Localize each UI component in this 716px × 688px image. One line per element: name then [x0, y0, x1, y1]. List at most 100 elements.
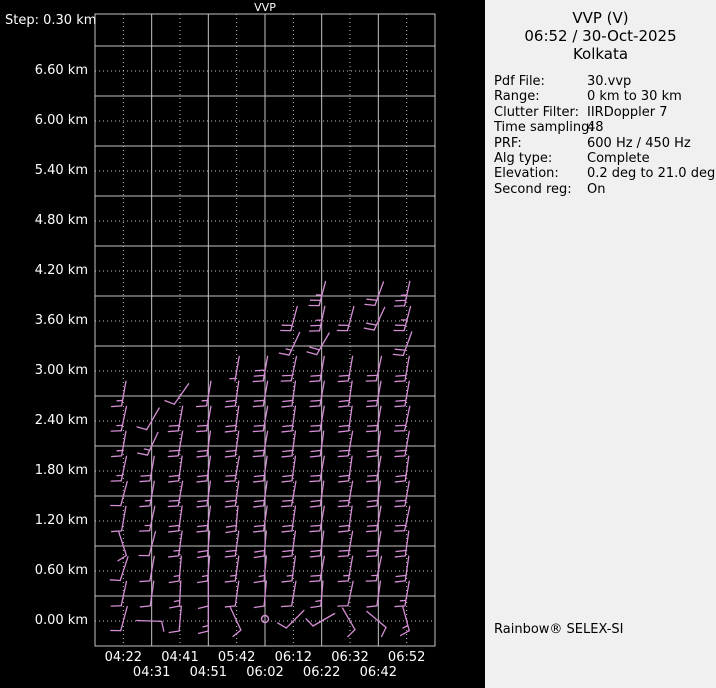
y-tick-label: 0.00 km: [34, 613, 88, 628]
wind-barb: [394, 430, 410, 458]
wind-barb: [196, 555, 211, 584]
wind-barb: [253, 580, 267, 609]
wind-barb: [110, 605, 128, 632]
y-tick-label: 0.60 km: [34, 563, 88, 578]
x-tick-label: 06:02: [246, 665, 284, 680]
product-title: VVP (V): [572, 9, 629, 27]
wind-barb: [308, 305, 326, 332]
wind-barb: [138, 530, 157, 557]
wind-barb: [280, 355, 298, 382]
wind-barb: [341, 607, 356, 638]
wind-barb: [224, 455, 240, 483]
x-tick-label: 04:51: [189, 665, 228, 680]
wind-barb: [110, 430, 127, 458]
parameter-value: Complete: [587, 151, 650, 167]
wind-barb: [110, 455, 128, 482]
wind-barb: [224, 380, 240, 408]
x-tick-label: 06:12: [274, 650, 313, 665]
wind-barb: [136, 431, 159, 456]
y-tick-label: 3.00 km: [34, 363, 88, 378]
parameter-row: Pdf File: 30.vvp: [494, 74, 716, 89]
parameter-value: IIRDoppler 7: [587, 104, 668, 120]
x-tick-label: 06:32: [331, 650, 369, 665]
parameter-label: Alg type:: [494, 151, 553, 167]
wind-barb: [224, 580, 240, 608]
wind-barb: [136, 407, 160, 431]
wind-barb: [169, 580, 182, 609]
wind-barb: [364, 281, 385, 307]
scan-datetime: 06:52 / 30-Oct-2025: [524, 27, 677, 45]
wind-barb: [168, 555, 182, 584]
info-panel: VVP (V) 06:52 / 30-Oct-2025 Kolkata Pdf …: [485, 0, 716, 688]
wind-barb: [337, 555, 354, 583]
parameter-row: Clutter Filter: IIRDoppler 7: [494, 105, 716, 120]
wind-barb: [308, 280, 327, 307]
wind-barb: [229, 355, 240, 382]
wind-barb: [337, 355, 354, 383]
parameter-label: Range:: [494, 89, 540, 105]
parameter-value: 0 km to 30 km: [587, 89, 682, 105]
parameter-row: Second reg: On: [494, 182, 716, 197]
parameter-label: PRF:: [494, 135, 522, 151]
wind-barb: [338, 380, 353, 408]
x-tick-label: 05:42: [217, 650, 256, 665]
wind-barb: [392, 331, 413, 357]
wind-barb: [337, 430, 354, 458]
parameter-value: On: [587, 181, 606, 197]
wind-barb: [138, 505, 156, 532]
x-tick-label: 06:52: [387, 650, 426, 665]
wind-barb: [337, 530, 354, 558]
parameter-value: 30.vvp: [587, 74, 632, 89]
wind-barb: [393, 405, 411, 432]
parameter-row: Elevation: 0.2 deg to 21.0 deg: [494, 166, 716, 181]
wind-barb: [310, 580, 324, 609]
wind-barb: [394, 530, 410, 558]
wind-barb: [110, 480, 128, 507]
y-tick-label: 2.40 km: [34, 413, 88, 428]
wind-barb: [281, 430, 297, 458]
wind-barb: [280, 305, 298, 332]
y-tick-label: 6.60 km: [34, 63, 88, 78]
wind-barb: [253, 530, 267, 559]
chart-title: VVP: [254, 1, 276, 14]
wind-barb: [197, 605, 209, 635]
y-tick-label: 1.20 km: [34, 513, 88, 528]
wind-barb: [281, 530, 297, 558]
y-tick-label: 4.80 km: [34, 213, 88, 228]
wind-barb: [281, 380, 297, 408]
parameter-label: Pdf File:: [494, 74, 545, 89]
wind-barb: [393, 505, 411, 532]
wind-barb-chart: [94, 13, 436, 647]
parameter-row: Time sampling: 48: [494, 120, 716, 135]
wind-barb: [365, 555, 383, 582]
step-label: Step: 0.30 km: [5, 13, 97, 28]
parameter-row: PRF: 600 Hz / 450 Hz: [494, 136, 716, 151]
wind-barb: [110, 580, 128, 607]
wind-barb: [277, 609, 305, 629]
parameter-label: Second reg:: [494, 181, 572, 197]
wind-barb: [305, 612, 336, 627]
parameter-label: Time sampling:: [494, 120, 594, 136]
wind-barb: [336, 305, 355, 332]
wind-barb: [363, 306, 386, 331]
x-tick-label: 04:41: [161, 650, 199, 665]
x-tick-label: 04:22: [104, 650, 143, 665]
info-panel-header: VVP (V) 06:52 / 30-Oct-2025 Kolkata: [485, 0, 716, 63]
parameter-value: 0.2 deg to 21.0 deg: [587, 166, 716, 182]
wind-barb: [278, 331, 301, 356]
x-tick-label: 06:22: [302, 665, 341, 680]
wind-barb: [164, 383, 190, 405]
wind-barb: [197, 580, 209, 610]
wind-barb: [393, 280, 411, 307]
y-tick-label: 4.20 km: [34, 263, 88, 278]
wind-barb: [167, 430, 184, 458]
parameter-list: Pdf File: 30.vvp Range: 0 km to 30 km Clutte…: [494, 74, 716, 197]
parameter-row: Range: 0 km to 30 km: [494, 89, 716, 104]
wind-barb: [253, 555, 267, 584]
parameter-label: Clutter Filter:: [494, 104, 579, 120]
wind-barb: [366, 610, 387, 638]
y-tick-label: 6.00 km: [34, 113, 88, 128]
parameter-label: Elevation:: [494, 166, 559, 182]
site-name: Kolkata: [572, 45, 629, 63]
wind-barb: [168, 605, 182, 634]
